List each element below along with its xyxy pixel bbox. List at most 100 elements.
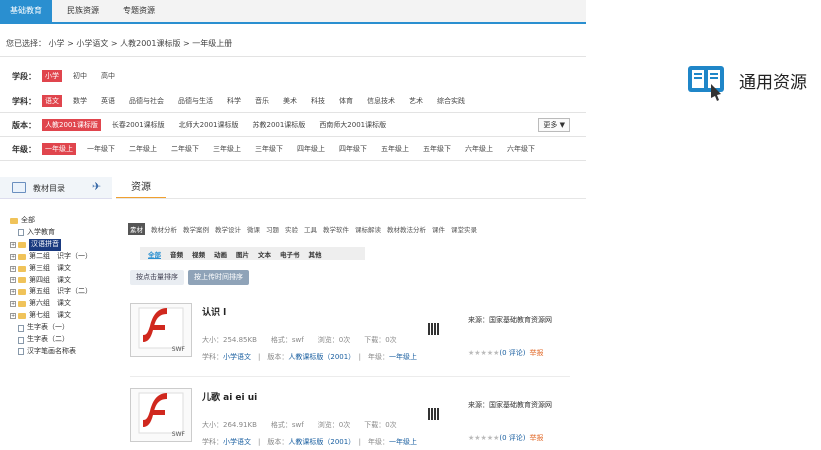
star-rating-icon[interactable]: ★★★★★ [468, 434, 499, 442]
filter-option[interactable]: 西南师大2001课标版 [316, 119, 389, 131]
expand-icon[interactable]: + [10, 241, 16, 248]
filter-option[interactable]: 五年级上 [378, 143, 412, 155]
type-filter[interactable]: 动画 [214, 249, 227, 259]
filter-option[interactable]: 一年级上 [42, 143, 76, 155]
subject-link[interactable]: 小学语文 [223, 353, 251, 361]
report-link[interactable]: 举报 [530, 434, 544, 442]
tree-node[interactable]: + 第六组 课文 [10, 298, 92, 310]
expand-icon[interactable]: + [10, 277, 16, 284]
grade-link[interactable]: 一年级上 [389, 353, 417, 361]
qr-code-icon[interactable] [428, 408, 440, 420]
category-tab[interactable]: 教学软件 [323, 224, 349, 234]
grade-link[interactable]: 一年级上 [389, 438, 417, 446]
qr-code-icon[interactable] [428, 323, 440, 335]
subject-link[interactable]: 小学语文 [223, 438, 251, 446]
tree-node[interactable]: + 第四组 课文 [10, 275, 92, 287]
category-tab[interactable]: 课堂实录 [451, 224, 477, 234]
tree-node[interactable]: 汉字笔画名称表 [10, 346, 92, 358]
tree-node[interactable]: + 第七组 课文 [10, 310, 92, 322]
filter-option[interactable]: 信息技术 [364, 95, 398, 107]
filter-option[interactable]: 北师大2001课标版 [176, 119, 242, 131]
version-link[interactable]: 人教课标版（2001） [288, 438, 351, 446]
filter-option[interactable]: 二年级下 [168, 143, 202, 155]
tab-ethnic-resources[interactable]: 民族资源 [60, 0, 106, 22]
pin-icon[interactable]: ✈ [92, 180, 101, 193]
filter-option[interactable]: 科技 [308, 95, 328, 107]
filter-option[interactable]: 苏教2001课标版 [249, 119, 308, 131]
filter-option[interactable]: 艺术 [406, 95, 426, 107]
type-filter[interactable]: 其他 [309, 249, 322, 259]
filter-option[interactable]: 二年级上 [126, 143, 160, 155]
filter-option[interactable]: 数学 [70, 95, 90, 107]
category-tab[interactable]: 工具 [304, 224, 317, 234]
category-tab[interactable]: 教学设计 [215, 224, 241, 234]
type-filter[interactable]: 文本 [258, 249, 271, 259]
category-tab[interactable]: 课标解读 [355, 224, 381, 234]
version-link[interactable]: 人教课标版（2001） [288, 353, 351, 361]
general-resources-banner[interactable]: 通用资源 [685, 62, 821, 102]
star-rating-icon[interactable]: ★★★★★ [468, 349, 499, 357]
expand-icon[interactable]: + [10, 253, 16, 260]
tab-topic-resources[interactable]: 专题资源 [116, 0, 162, 22]
filter-option[interactable]: 三年级上 [210, 143, 244, 155]
type-filter[interactable]: 电子书 [280, 249, 300, 259]
filter-option[interactable]: 美术 [280, 95, 300, 107]
category-tab[interactable]: 习题 [266, 224, 279, 234]
type-filter[interactable]: 图片 [236, 249, 249, 259]
more-dropdown[interactable]: 更多 ▼ [538, 118, 570, 132]
tree-node[interactable]: + 第二组 识字（一） [10, 251, 92, 263]
sort-by-clicks-button[interactable]: 按点击量排序 [130, 270, 184, 285]
tree-node[interactable]: + 第五组 识字（二） [10, 286, 92, 298]
tree-node[interactable]: 生字表（一） [10, 322, 92, 334]
filter-option[interactable]: 综合实践 [434, 95, 468, 107]
resource-thumbnail[interactable]: SWF [130, 303, 192, 357]
category-tab[interactable]: 实验 [285, 224, 298, 234]
resource-thumbnail[interactable]: SWF [130, 388, 192, 442]
category-tab[interactable]: 微课 [247, 224, 260, 234]
filter-option[interactable]: 科学 [224, 95, 244, 107]
filter-option[interactable]: 小学 [42, 70, 62, 82]
filter-option[interactable]: 六年级下 [504, 143, 538, 155]
filter-option[interactable]: 体育 [336, 95, 356, 107]
category-tab[interactable]: 教材分析 [151, 224, 177, 234]
category-tab[interactable]: 教材教法分析 [387, 224, 426, 234]
filter-option[interactable]: 语文 [42, 95, 62, 107]
expand-icon[interactable]: + [10, 313, 16, 320]
tree-node[interactable]: 生字表（二） [10, 334, 92, 346]
filter-option[interactable]: 高中 [98, 70, 118, 82]
tab-resources[interactable]: 资源 [116, 180, 166, 199]
category-tab[interactable]: 教学案例 [183, 224, 209, 234]
resource-title[interactable]: 认识 l [202, 305, 226, 318]
type-filter[interactable]: 音频 [170, 249, 183, 259]
filter-option[interactable]: 品德与生活 [175, 95, 216, 107]
comments-link[interactable]: (0 评论) [499, 434, 525, 442]
filter-option[interactable]: 初中 [70, 70, 90, 82]
filter-option[interactable]: 一年级下 [84, 143, 118, 155]
tree-node[interactable]: 全部 [10, 215, 92, 227]
filter-option[interactable]: 英语 [98, 95, 118, 107]
tab-basic-education[interactable]: 基础教育 [0, 0, 52, 22]
report-link[interactable]: 举报 [530, 349, 544, 357]
filter-option[interactable]: 三年级下 [252, 143, 286, 155]
filter-option[interactable]: 五年级下 [420, 143, 454, 155]
expand-icon[interactable]: + [10, 301, 16, 308]
filter-option[interactable]: 六年级上 [462, 143, 496, 155]
category-tab[interactable]: 素材 [128, 223, 145, 235]
filter-option[interactable]: 人教2001课标版 [42, 119, 101, 131]
type-filter[interactable]: 视频 [192, 249, 205, 259]
tree-node[interactable]: 入学教育 [10, 227, 92, 239]
expand-icon[interactable]: + [10, 265, 16, 272]
sort-by-upload-time-button[interactable]: 按上传时间排序 [188, 270, 249, 285]
filter-option[interactable]: 音乐 [252, 95, 272, 107]
tree-node[interactable]: + 汉语拼音 [10, 238, 92, 251]
filter-option[interactable]: 四年级下 [336, 143, 370, 155]
expand-icon[interactable]: + [10, 289, 16, 296]
category-tab[interactable]: 课件 [432, 224, 445, 234]
filter-option[interactable]: 品德与社会 [126, 95, 167, 107]
comments-link[interactable]: (0 评论) [499, 349, 525, 357]
tree-node[interactable]: + 第三组 课文 [10, 263, 92, 275]
type-filter[interactable]: 全部 [148, 249, 161, 259]
resource-title[interactable]: 儿歌 ai ei ui [202, 390, 257, 403]
filter-option[interactable]: 四年级上 [294, 143, 328, 155]
filter-option[interactable]: 长春2001课标版 [109, 119, 168, 131]
